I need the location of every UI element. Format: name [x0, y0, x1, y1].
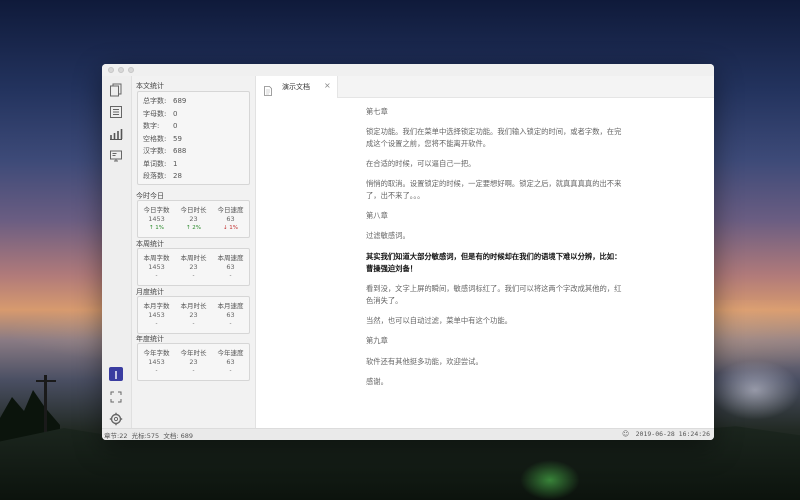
close-window-button[interactable]	[108, 67, 114, 73]
week-words-cell: 本周字数 1453-	[143, 254, 170, 279]
paragraph: 看到没，文字上屏的瞬间，敏感词标红了。我们可以将这两个字改成其他的，红色消失了。	[366, 284, 622, 305]
stat-row-hanzi: 汉字数: 688	[143, 147, 187, 156]
year-stats-box: 今年字数 1453- 今年时长 23- 今年速度 63-	[137, 343, 250, 381]
app-badge-icon[interactable]	[109, 367, 123, 381]
status-datetime: 2019-06-28 16:24:26	[635, 430, 710, 438]
status-counts: 章节:22 光标:575 文档: 689	[104, 432, 193, 440]
editor-area[interactable]: 第七章 锁定功能。我们在菜单中选择锁定功能。我们输入锁定的时间，或者字数，在完成…	[256, 98, 714, 428]
smiley-icon[interactable]: ☺	[622, 430, 629, 438]
status-bar: 章节:22 光标:575 文档: 689 ☺ 2019-06-28 16:24:…	[102, 428, 714, 440]
paragraph: 过滤敏感词。	[366, 231, 410, 240]
wallpaper-light	[520, 460, 580, 500]
title-bar[interactable]	[102, 64, 714, 76]
today-stats-box: 今日字数 1453 ↑ 1% 今日时长 23 ↑ 2% 今日速度 63 ↓ 1%	[137, 200, 250, 238]
stat-row-paragraphs: 段落数: 28	[143, 172, 182, 181]
zoom-window-button[interactable]	[128, 67, 134, 73]
documents-icon[interactable]	[109, 82, 123, 97]
month-speed-cell: 本月速度 63-	[217, 302, 244, 327]
paragraph: 软件还有其他挺多功能，欢迎尝试。	[366, 357, 483, 366]
stat-row-words: 单词数: 1	[143, 159, 178, 168]
tab-strip: 演示文档 ×	[256, 76, 714, 98]
icon-sidebar	[102, 76, 132, 428]
tab-demo-document[interactable]: 演示文档 ×	[256, 76, 338, 98]
tab-close-icon[interactable]: ×	[324, 81, 331, 90]
document-icon	[264, 81, 272, 96]
wallpaper-mist	[710, 360, 800, 420]
paragraph: 当然，也可以自动过滤，菜单中有这个功能。	[366, 316, 512, 325]
today-speed-cell: 今日速度 63 ↓ 1%	[217, 206, 244, 231]
month-duration-cell: 本月时长 23-	[180, 302, 207, 327]
year-words-cell: 今年字数 1453-	[143, 349, 170, 374]
week-duration-cell: 本周时长 23-	[180, 254, 207, 279]
tab-label: 演示文档	[282, 83, 310, 91]
paragraph: 在合适的时候，可以逼自己一把。	[366, 159, 476, 168]
wallpaper-pole-arm	[36, 380, 56, 382]
year-duration-cell: 今年时长 23-	[180, 349, 207, 374]
paragraph: 第七章	[366, 107, 388, 116]
paragraph: 感谢。	[366, 377, 388, 386]
monitor-icon[interactable]	[109, 148, 123, 162]
list-icon[interactable]	[109, 104, 123, 118]
doc-stats-box: 总字数: 689 字母数: 0 数字: 0 空格数: 59 汉字数: 688 单词数: 1 …	[137, 91, 250, 185]
minimize-window-button[interactable]	[118, 67, 124, 73]
stat-row-spaces: 空格数: 59	[143, 134, 182, 143]
week-stats-box: 本周字数 1453- 本周时长 23- 本周速度 63-	[137, 248, 250, 286]
stat-row-total: 总字数: 689	[143, 97, 187, 106]
paragraph: 第九章	[366, 336, 388, 345]
doc-stats-title: 本文统计	[136, 82, 164, 90]
paragraph: 悄悄的取消。设置锁定的时候，一定要想好啊。锁定之后，就真真真真的出不来了，出不来…	[366, 179, 622, 200]
today-duration-cell: 今日时长 23 ↑ 2%	[180, 206, 207, 231]
app-window: 本文统计 总字数: 689 字母数: 0 数字: 0 空格数: 59 汉字数: 688 单…	[102, 64, 714, 440]
year-speed-cell: 今年速度 63-	[217, 349, 244, 374]
settings-icon[interactable]	[109, 411, 123, 426]
paragraph: 锁定功能。我们在菜单中选择锁定功能。我们输入锁定的时间，或者字数，在完成这个设置…	[366, 127, 622, 148]
paragraph-bold: 其实我们知道大部分敏感词，但是有的时候却在我们的语境下难以分辨，比如：曹操强迫刘…	[366, 252, 622, 273]
month-stats-box: 本月字数 1453- 本月时长 23- 本月速度 63-	[137, 296, 250, 334]
fullscreen-icon[interactable]	[109, 389, 123, 403]
stat-row-digits: 数字: 0	[143, 122, 178, 131]
stats-icon[interactable]	[109, 126, 123, 140]
stat-row-letters: 字母数: 0	[143, 109, 178, 118]
today-words-cell: 今日字数 1453 ↑ 1%	[143, 206, 170, 231]
month-words-cell: 本月字数 1453-	[143, 302, 170, 327]
paragraph: 第八章	[366, 211, 388, 220]
statistics-panel: 本文统计 总字数: 689 字母数: 0 数字: 0 空格数: 59 汉字数: 688 单…	[132, 76, 256, 428]
week-speed-cell: 本周速度 63-	[217, 254, 244, 279]
